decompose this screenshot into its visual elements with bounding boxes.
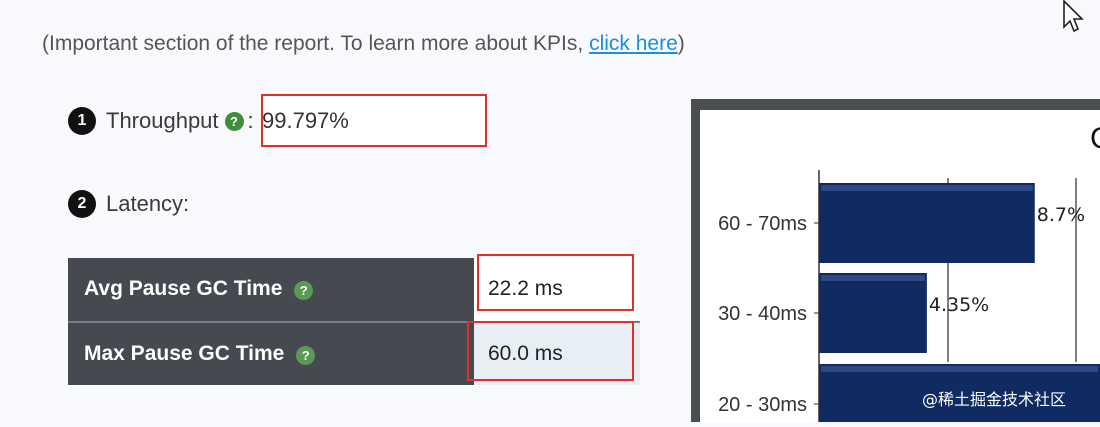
intro-text-main: (Important section of the report. To lea…: [42, 32, 590, 55]
chart-category-label: 30 - 40ms: [718, 303, 807, 325]
pause-duration-chart: C 60 - 70ms 8.7% 30 - 40ms 4.35% 20 - 30ms: [718, 122, 1100, 427]
section-number-badge: 1: [68, 107, 96, 135]
throughput-label: Throughput: [106, 108, 219, 133]
question-circle-icon[interactable]: ?: [294, 281, 314, 301]
chart-category-label: 20 - 30ms: [718, 394, 807, 416]
question-circle-icon[interactable]: ?: [224, 111, 244, 131]
intro-text: (Important section of the report. To lea…: [42, 32, 685, 56]
chart-bar: [819, 183, 1035, 263]
chart-bar-highlight: [821, 275, 925, 281]
chart-panel: C 60 - 70ms 8.7% 30 - 40ms 4.35% 20 - 30ms: [700, 110, 1100, 427]
chart-bar-highlight: [821, 185, 1033, 191]
latency-label: Latency:: [106, 191, 190, 216]
chart-bar: [819, 273, 927, 353]
kpi-help-link[interactable]: click here: [589, 32, 678, 55]
avg-pause-label-cell: Avg Pause GC Time ?: [68, 258, 474, 322]
chart-bar-highlight: [821, 366, 1098, 372]
throughput-row: 1 Throughput ? :: [68, 107, 254, 135]
latency-row: 2 Latency:: [68, 190, 189, 218]
chart-title: C: [1090, 122, 1100, 155]
max-pause-label: Max Pause GC Time: [84, 341, 285, 365]
throughput-separator: :: [247, 108, 254, 133]
chart-data-label: 4.35%: [929, 294, 989, 316]
max-pause-label-cell: Max Pause GC Time ?: [68, 320, 474, 385]
intro-text-close: ): [677, 32, 685, 55]
avg-pause-highlight-box: [477, 254, 634, 311]
avg-pause-label: Avg Pause GC Time: [84, 277, 283, 301]
max-pause-highlight-box: [467, 321, 634, 381]
section-number-badge: 2: [68, 190, 96, 218]
chart-data-label: 8.7%: [1037, 204, 1085, 226]
question-circle-icon[interactable]: ?: [296, 345, 316, 365]
throughput-value: 99.797%: [262, 108, 349, 133]
chart-category-label: 60 - 70ms: [718, 213, 807, 235]
watermark-text: @稀土掘金技术社区: [922, 390, 1067, 409]
mouse-pointer-icon: [1063, 0, 1084, 33]
